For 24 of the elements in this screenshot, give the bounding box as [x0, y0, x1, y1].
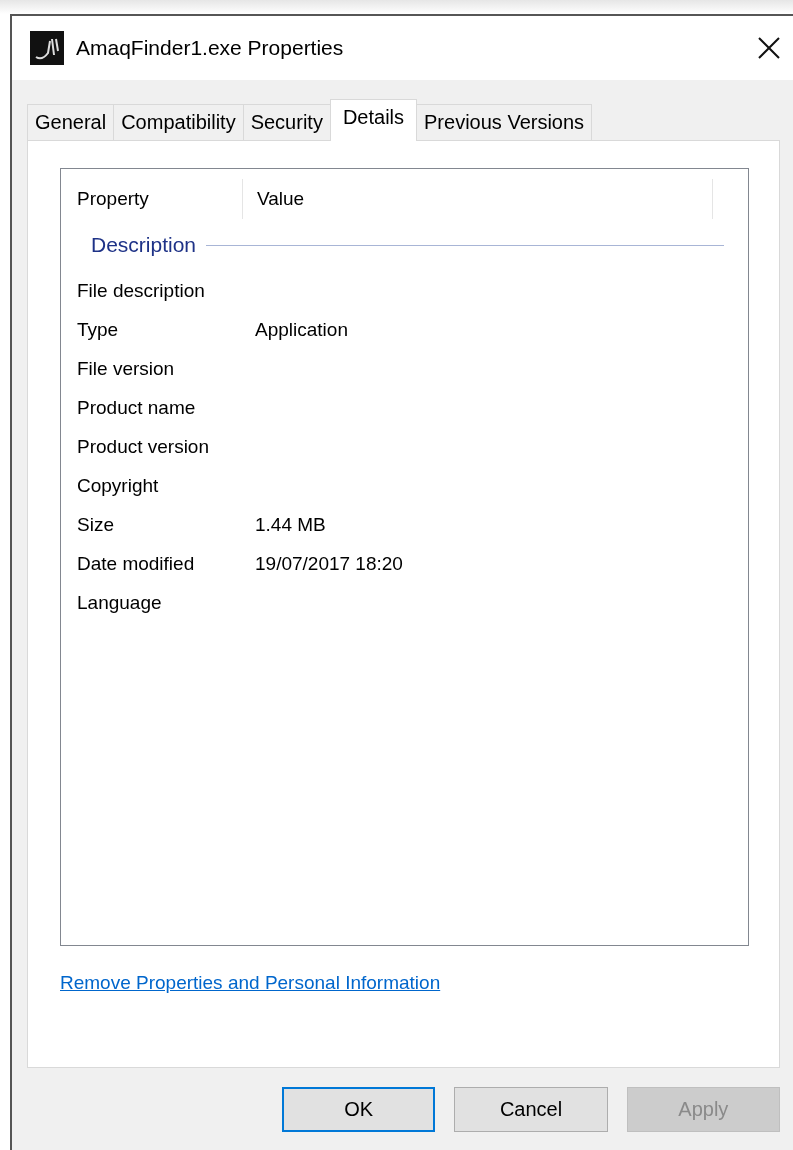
- dialog-button[interactable]: Cancel: [454, 1087, 608, 1132]
- dialog-button[interactable]: OK: [282, 1087, 436, 1132]
- property-name: Size: [77, 513, 115, 536]
- column-header[interactable]: Value: [243, 179, 713, 219]
- close-icon[interactable]: [758, 37, 780, 59]
- property-name: Copyright: [77, 474, 160, 497]
- property-name: File version: [77, 357, 176, 380]
- tab[interactable]: Previous Versions: [416, 104, 593, 140]
- app-icon: [30, 31, 64, 65]
- property-value: Application: [255, 318, 348, 341]
- remove-properties-link[interactable]: Remove Properties and Personal Information: [60, 972, 441, 994]
- property-value: 1.44 MB: [255, 513, 326, 536]
- property-name: Product version: [77, 435, 210, 458]
- property-name: File description: [77, 279, 206, 302]
- group-header: Description: [91, 233, 197, 257]
- property-value: 19/07/2017 18:20: [255, 552, 403, 575]
- property-name: Date modified: [77, 552, 196, 575]
- window-title: AmaqFinder1.exe Properties: [76, 36, 344, 60]
- property-name: Type: [77, 318, 120, 341]
- property-name: Language: [77, 591, 163, 614]
- tab[interactable]: Details: [329, 99, 418, 141]
- property-name: Product name: [77, 396, 197, 419]
- column-header[interactable]: Property: [77, 179, 243, 219]
- tab[interactable]: General: [27, 104, 115, 140]
